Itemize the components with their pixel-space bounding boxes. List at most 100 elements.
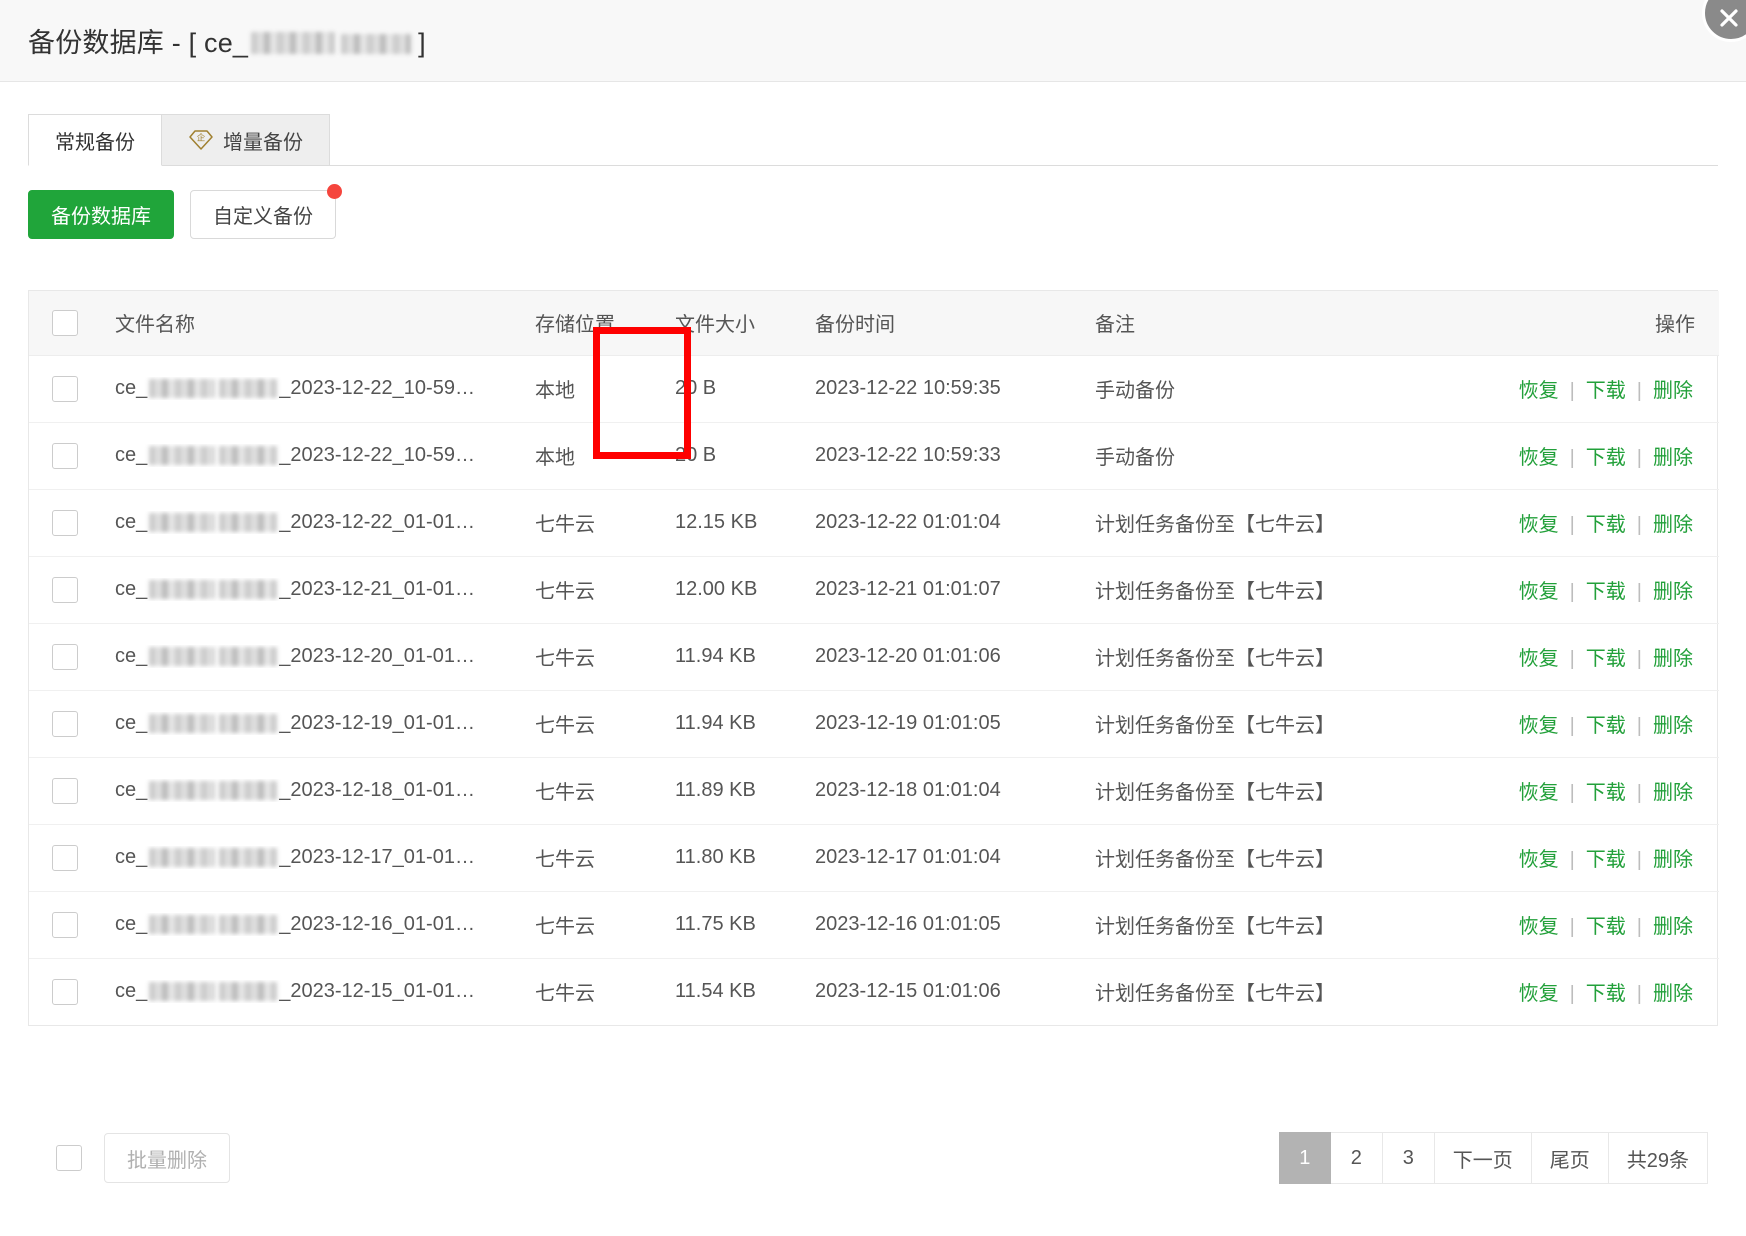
action-separator-2: |: [1636, 715, 1642, 737]
delete-link[interactable]: 删除: [1651, 648, 1695, 670]
delete-link[interactable]: 删除: [1651, 782, 1695, 804]
file-size-cell: 11.94 KB: [661, 689, 801, 757]
page-number-1[interactable]: 1: [1278, 1132, 1331, 1184]
file-name-prefix: ce_: [115, 913, 148, 935]
redacted-file-name-part1: [149, 915, 216, 934]
table-row[interactable]: ce_ _2023-12-20_01-01… 七牛云 11.94 KB 2023-12-…: [29, 622, 1719, 690]
table-row[interactable]: ce_ _2023-12-22_01-01… 七牛云 12.15 KB 2023-12-…: [29, 488, 1719, 556]
download-link[interactable]: 下载: [1584, 715, 1628, 737]
row-checkbox[interactable]: [52, 442, 78, 469]
row-checkbox[interactable]: [52, 576, 78, 603]
row-select-cell: [29, 355, 101, 422]
row-select-cell: [29, 488, 101, 556]
table-row[interactable]: ce_ _2023-12-21_01-01… 七牛云 12.00 KB 2023-12-…: [29, 555, 1719, 623]
row-select-cell: [29, 622, 101, 690]
batch-delete-button[interactable]: 批量删除: [104, 1133, 230, 1183]
storage-location-cell: 七牛云: [521, 957, 661, 1025]
file-name-suffix: _2023-12-22_10-59…: [279, 444, 475, 466]
restore-link[interactable]: 恢复: [1517, 514, 1561, 536]
delete-link[interactable]: 删除: [1651, 916, 1695, 938]
row-checkbox[interactable]: [52, 509, 78, 536]
row-checkbox[interactable]: [52, 710, 78, 737]
download-link[interactable]: 下载: [1584, 782, 1628, 804]
action-separator-2: |: [1636, 916, 1642, 938]
row-checkbox[interactable]: [52, 777, 78, 804]
backup-database-button[interactable]: 备份数据库: [28, 190, 174, 239]
delete-link[interactable]: 删除: [1651, 715, 1695, 737]
tab-incremental-backup-label: 增量备份: [223, 131, 303, 154]
row-checkbox[interactable]: [52, 844, 78, 871]
download-link[interactable]: 下载: [1584, 849, 1628, 871]
table-row[interactable]: ce_ _2023-12-19_01-01… 七牛云 11.94 KB 2023-12-…: [29, 689, 1719, 757]
tab-normal-backup[interactable]: 常规备份: [28, 114, 162, 166]
table-row[interactable]: ce_ _2023-12-15_01-01… 七牛云 11.54 KB 2023-12-…: [29, 957, 1719, 1025]
table-row[interactable]: ce_ _2023-12-17_01-01… 七牛云 11.80 KB 2023-12-…: [29, 823, 1719, 891]
action-separator-1: |: [1569, 782, 1575, 804]
row-checkbox[interactable]: [52, 375, 78, 402]
delete-link[interactable]: 删除: [1651, 581, 1695, 603]
enterprise-gem-icon: 企: [188, 128, 214, 152]
restore-link[interactable]: 恢复: [1517, 715, 1561, 737]
download-link[interactable]: 下载: [1584, 514, 1628, 536]
redacted-file-name-part2: [219, 781, 278, 800]
footer-select-all-checkbox[interactable]: [56, 1145, 82, 1171]
restore-link[interactable]: 恢复: [1517, 447, 1561, 469]
download-link[interactable]: 下载: [1584, 581, 1628, 603]
restore-link[interactable]: 恢复: [1517, 380, 1561, 402]
backup-time-cell: 2023-12-15 01:01:06: [801, 957, 1081, 1025]
delete-link[interactable]: 删除: [1651, 983, 1695, 1005]
action-separator-1: |: [1569, 849, 1575, 871]
restore-link[interactable]: 恢复: [1517, 581, 1561, 603]
redacted-file-name-part1: [149, 781, 216, 800]
row-checkbox[interactable]: [52, 643, 78, 670]
table-row[interactable]: ce_ _2023-12-16_01-01… 七牛云 11.75 KB 2023-12-…: [29, 890, 1719, 958]
table-row[interactable]: ce_ _2023-12-18_01-01… 七牛云 11.89 KB 2023-12-…: [29, 756, 1719, 824]
file-name-prefix: ce_: [115, 511, 148, 533]
backup-time-cell: 2023-12-21 01:01:07: [801, 555, 1081, 623]
action-separator-1: |: [1569, 514, 1575, 536]
table-row[interactable]: ce_ _2023-12-22_10-59… 本地 20 B 2023-12-22 10…: [29, 421, 1719, 489]
restore-link[interactable]: 恢复: [1517, 983, 1561, 1005]
download-link[interactable]: 下载: [1584, 380, 1628, 402]
storage-location-cell: 七牛云: [521, 689, 661, 757]
restore-link[interactable]: 恢复: [1517, 849, 1561, 871]
download-link[interactable]: 下载: [1584, 648, 1628, 670]
page-number-3[interactable]: 3: [1382, 1132, 1435, 1184]
download-link[interactable]: 下载: [1584, 916, 1628, 938]
file-size-cell: 11.80 KB: [661, 823, 801, 891]
file-size-cell: 11.94 KB: [661, 622, 801, 690]
delete-link[interactable]: 删除: [1651, 447, 1695, 469]
page-number-2[interactable]: 2: [1330, 1132, 1383, 1184]
next-page-button[interactable]: 下一页: [1434, 1132, 1532, 1184]
download-link[interactable]: 下载: [1584, 983, 1628, 1005]
download-link[interactable]: 下载: [1584, 447, 1628, 469]
close-icon[interactable]: [1702, 0, 1746, 42]
row-operations-cell: 恢复 | 下载 | 删除: [1409, 488, 1719, 556]
select-all-checkbox[interactable]: [52, 309, 78, 336]
row-checkbox[interactable]: [52, 978, 78, 1005]
delete-link[interactable]: 删除: [1651, 380, 1695, 402]
note-cell: 计划任务备份至【七牛云】: [1081, 488, 1409, 556]
row-select-cell: [29, 823, 101, 891]
delete-link[interactable]: 删除: [1651, 849, 1695, 871]
redacted-file-name-part2: [219, 580, 278, 599]
redacted-file-name-part2: [219, 982, 278, 1002]
note-cell: 手动备份: [1081, 421, 1409, 489]
restore-link[interactable]: 恢复: [1517, 648, 1561, 670]
delete-link[interactable]: 删除: [1651, 514, 1695, 536]
footer-bulk-actions: 批量删除: [28, 1133, 230, 1183]
row-select-cell: [29, 555, 101, 623]
row-checkbox[interactable]: [52, 911, 78, 938]
custom-backup-button[interactable]: 自定义备份: [190, 184, 342, 239]
table-row[interactable]: ce_ _2023-12-22_10-59… 本地 20 B 2023-12-22 10…: [29, 355, 1719, 422]
file-name-prefix: ce_: [115, 779, 148, 801]
restore-link[interactable]: 恢复: [1517, 916, 1561, 938]
last-page-button[interactable]: 尾页: [1531, 1132, 1609, 1184]
restore-link[interactable]: 恢复: [1517, 782, 1561, 804]
tab-incremental-backup[interactable]: 企 增量备份: [161, 114, 330, 166]
file-name-prefix: ce_: [115, 846, 148, 868]
column-header-time: 备份时间: [801, 291, 1081, 356]
column-header-operation: 操作: [1409, 291, 1719, 356]
column-header-size: 文件大小: [661, 291, 801, 356]
file-name-suffix: _2023-12-20_01-01…: [279, 645, 475, 667]
